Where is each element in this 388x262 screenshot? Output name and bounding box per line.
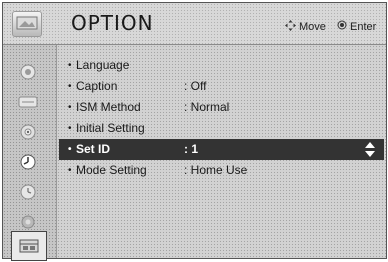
menu-item-label: Mode Setting [76,163,147,177]
menu-item-value: : Home Use [184,163,248,177]
tv-menu-icon [12,11,42,37]
move-hint: Move [285,20,326,34]
page-title: OPTION [71,11,154,35]
category-sidebar [3,45,57,261]
menu-item-language[interactable]: • Language [59,55,384,76]
bullet: • [68,60,72,71]
menu-item-caption[interactable]: • Caption : Off [59,76,384,97]
menu-item-initial-setting[interactable]: • Initial Setting [59,118,384,139]
bullet: • [68,102,72,113]
move-hint-label: Move [299,21,326,33]
menu-item-set-id[interactable]: • Set ID : 1 [59,139,384,160]
menu-header: OPTION Move Enter [3,3,386,45]
option-menu-window: OPTION Move Enter • Language • Caption:… [2,2,387,261]
menu-item-value: : 1 [184,142,199,156]
enter-hint: Enter [337,20,376,33]
lock-icon[interactable] [15,211,41,233]
audio-icon[interactable] [15,91,41,113]
menu-item-value: : Off [184,79,207,93]
picture-icon[interactable] [15,61,41,83]
bullet: • [68,144,72,155]
bullet: • [68,81,72,92]
menu-item-value: : Normal [184,100,230,114]
bullet: • [68,123,72,134]
menu-item-label: Set ID [76,142,111,156]
clock-icon[interactable] [15,181,41,203]
menu-item-label: Caption [76,79,118,93]
disc-icon[interactable] [15,151,41,173]
enter-hint-label: Enter [350,20,377,33]
channel-icon[interactable] [15,121,41,143]
option-menu-list: • Language • Caption : Off • ISM Method … [59,55,384,181]
bullet: • [68,165,72,176]
menu-item-label: Language [76,58,130,72]
menu-item-ism-method[interactable]: • ISM Method : Normal [59,97,384,118]
menu-item-mode-setting[interactable]: • Mode Setting : Home Use [59,160,384,181]
move-arrows-icon [285,20,296,34]
option-icon[interactable] [11,231,47,261]
menu-item-label: ISM Method [76,100,141,114]
menu-item-label: Initial Setting [76,121,145,135]
enter-dot-icon [337,20,347,33]
